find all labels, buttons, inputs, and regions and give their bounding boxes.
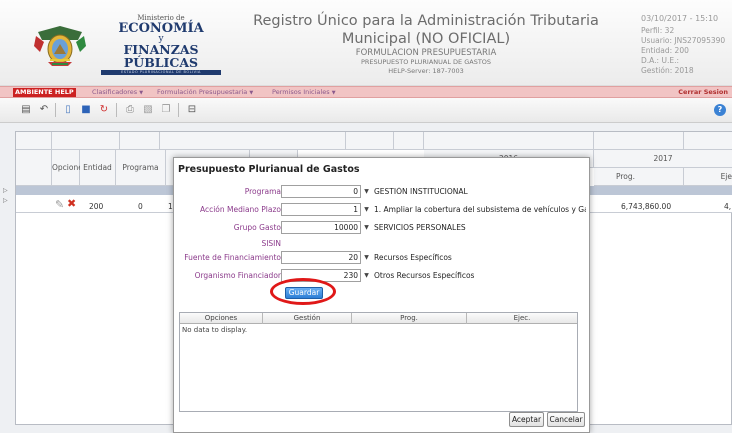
field-description: 1. Ampliar la cobertura del subsistema d… — [374, 205, 586, 214]
app-subtitles: FORMULACION PRESUPUESTARIA PRESUPUESTO P… — [296, 49, 556, 76]
print-icon[interactable]: ⎙ — [124, 104, 136, 116]
ministry-strip: ESTADO PLURINACIONAL DE BOLIVIA — [101, 70, 221, 75]
chevron-down-icon: ▼ — [249, 90, 254, 96]
menu-label: Permisos Iniciales — [272, 88, 330, 96]
user-entidad: Entidad: 200 — [641, 46, 689, 55]
highlight-circle — [270, 278, 336, 305]
user-info: 03/10/2017 - 15:10 Perfil: 32 Usuario: J… — [641, 14, 732, 76]
field-sisin: SISIN — [174, 237, 591, 250]
field-programa: Programa 0 ▼ GESTIÓN INSTITUCIONAL — [174, 185, 591, 198]
grupo-gasto-input[interactable]: 10000 — [281, 221, 361, 234]
col-ejec[interactable]: Ejec. — [467, 313, 577, 324]
subtitle-presupuesto: PRESUPUESTO PLURIANUAL DE GASTOS — [360, 58, 492, 66]
undo-icon[interactable]: ↶ — [38, 104, 50, 116]
field-label: Fuente de Financiamiento — [184, 253, 281, 262]
menu-clasificadores[interactable]: Clasificadores ▼ — [92, 88, 143, 98]
field-accion: Acción Mediano Plazo 1 ▼ 1. Ampliar la c… — [174, 203, 591, 216]
session-date: 03/10/2017 - 15:10 — [641, 14, 719, 23]
save-icon[interactable]: ■ — [80, 104, 92, 116]
menu-permisos[interactable]: Permisos Iniciales ▼ — [272, 88, 336, 98]
field-label: SISIN — [261, 239, 281, 248]
chevron-down-icon[interactable]: ▼ — [362, 223, 371, 232]
user-da: D.A.: U.E.: — [641, 56, 679, 65]
menu-label: Clasificadores — [92, 88, 138, 96]
subtitle-server: HELP-Server: 187-7003 — [388, 67, 464, 75]
toolbar-separator — [178, 103, 179, 117]
cancel-button[interactable]: Cancelar — [547, 412, 585, 427]
menu-formulacion[interactable]: Formulación Presupuestaria ▼ — [157, 88, 253, 98]
menu-bar: AMBIENTE HELP Clasificadores ▼ Formulaci… — [0, 86, 732, 98]
chevron-down-icon: ▼ — [331, 90, 336, 96]
empty-message: No data to display. — [182, 326, 248, 334]
environment-badge: AMBIENTE HELP — [13, 88, 76, 97]
toolbar-separator — [116, 103, 117, 117]
dialog-title: Presupuesto Plurianual de Gastos — [178, 164, 360, 175]
field-label: Acción Mediano Plazo — [199, 205, 281, 214]
logout-link[interactable]: Cerrar Sesion — [678, 88, 728, 97]
field-label: Organismo Financiador — [194, 271, 281, 280]
coat-of-arms-icon — [34, 26, 86, 66]
app-window: Ministerio de ECONOMÍA y FINANZAS PÚBLIC… — [0, 0, 732, 433]
user-gestion: Gestión: 2018 — [641, 66, 694, 75]
field-description: SERVICIOS PERSONALES — [374, 223, 466, 232]
new-document-icon[interactable]: ▯ — [62, 104, 74, 116]
col-gestion[interactable]: Gestión — [263, 313, 352, 324]
gestion-table: Opciones Gestión Prog. Ejec. No data to … — [179, 312, 578, 412]
help-icon[interactable]: ? — [714, 104, 726, 116]
budget-dialog: Presupuesto Plurianual de Gastos Program… — [173, 157, 590, 433]
app-title: Registro Único para la Administración Tr… — [253, 13, 599, 47]
field-organismo: Organismo Financiador 230 ▼ Otros Recurs… — [174, 269, 591, 282]
field-description: Recursos Específicos — [374, 253, 452, 262]
copy-icon[interactable]: ❐ — [160, 104, 172, 116]
list-icon[interactable]: ▤ — [20, 104, 32, 116]
col-prog[interactable]: Prog. — [352, 313, 467, 324]
fuente-input[interactable]: 20 — [281, 251, 361, 264]
field-grupo-gasto: Grupo Gasto 10000 ▼ SERVICIOS PERSONALES — [174, 221, 591, 234]
col-opciones[interactable]: Opciones — [180, 313, 263, 324]
export-icon[interactable]: ▧ — [142, 104, 154, 116]
menu-label: Formulación Presupuestaria — [157, 88, 248, 96]
chevron-down-icon[interactable]: ▼ — [362, 205, 371, 214]
user-usuario: Usuario: JNS27095390 — [641, 36, 726, 45]
toolbar: ▤ ↶ ▯ ■ ↻ ⎙ ▧ ❐ ⊟ ? — [0, 98, 732, 123]
field-label: Grupo Gasto — [233, 223, 281, 232]
ministry-finanzas: FINANZAS PÚBLICAS — [123, 42, 199, 70]
toolbar-separator — [55, 103, 56, 117]
field-label: Programa — [244, 187, 281, 196]
chevron-down-icon[interactable]: ▼ — [362, 271, 371, 280]
ministry-logo: Ministerio de ECONOMÍA y FINANZAS PÚBLIC… — [95, 14, 227, 75]
user-perfil: Perfil: 32 — [641, 26, 675, 35]
split-view-icon[interactable]: ⊟ — [186, 104, 198, 116]
field-description: Otros Recursos Específicos — [374, 271, 475, 280]
table-header: Opciones Gestión Prog. Ejec. — [180, 313, 577, 324]
subtitle-formulacion: FORMULACION PRESUPUESTARIA — [355, 48, 497, 58]
accion-input[interactable]: 1 — [281, 203, 361, 216]
app-header: Ministerio de ECONOMÍA y FINANZAS PÚBLIC… — [0, 0, 732, 86]
chevron-down-icon: ▼ — [139, 90, 144, 96]
programa-input[interactable]: 0 — [281, 185, 361, 198]
accept-button[interactable]: Aceptar — [509, 412, 544, 427]
chevron-down-icon[interactable]: ▼ — [362, 253, 371, 262]
refresh-icon[interactable]: ↻ — [98, 104, 110, 116]
field-fuente: Fuente de Financiamiento 20 ▼ Recursos E… — [174, 251, 591, 264]
field-description: GESTIÓN INSTITUCIONAL — [374, 187, 468, 196]
chevron-down-icon[interactable]: ▼ — [362, 187, 371, 196]
